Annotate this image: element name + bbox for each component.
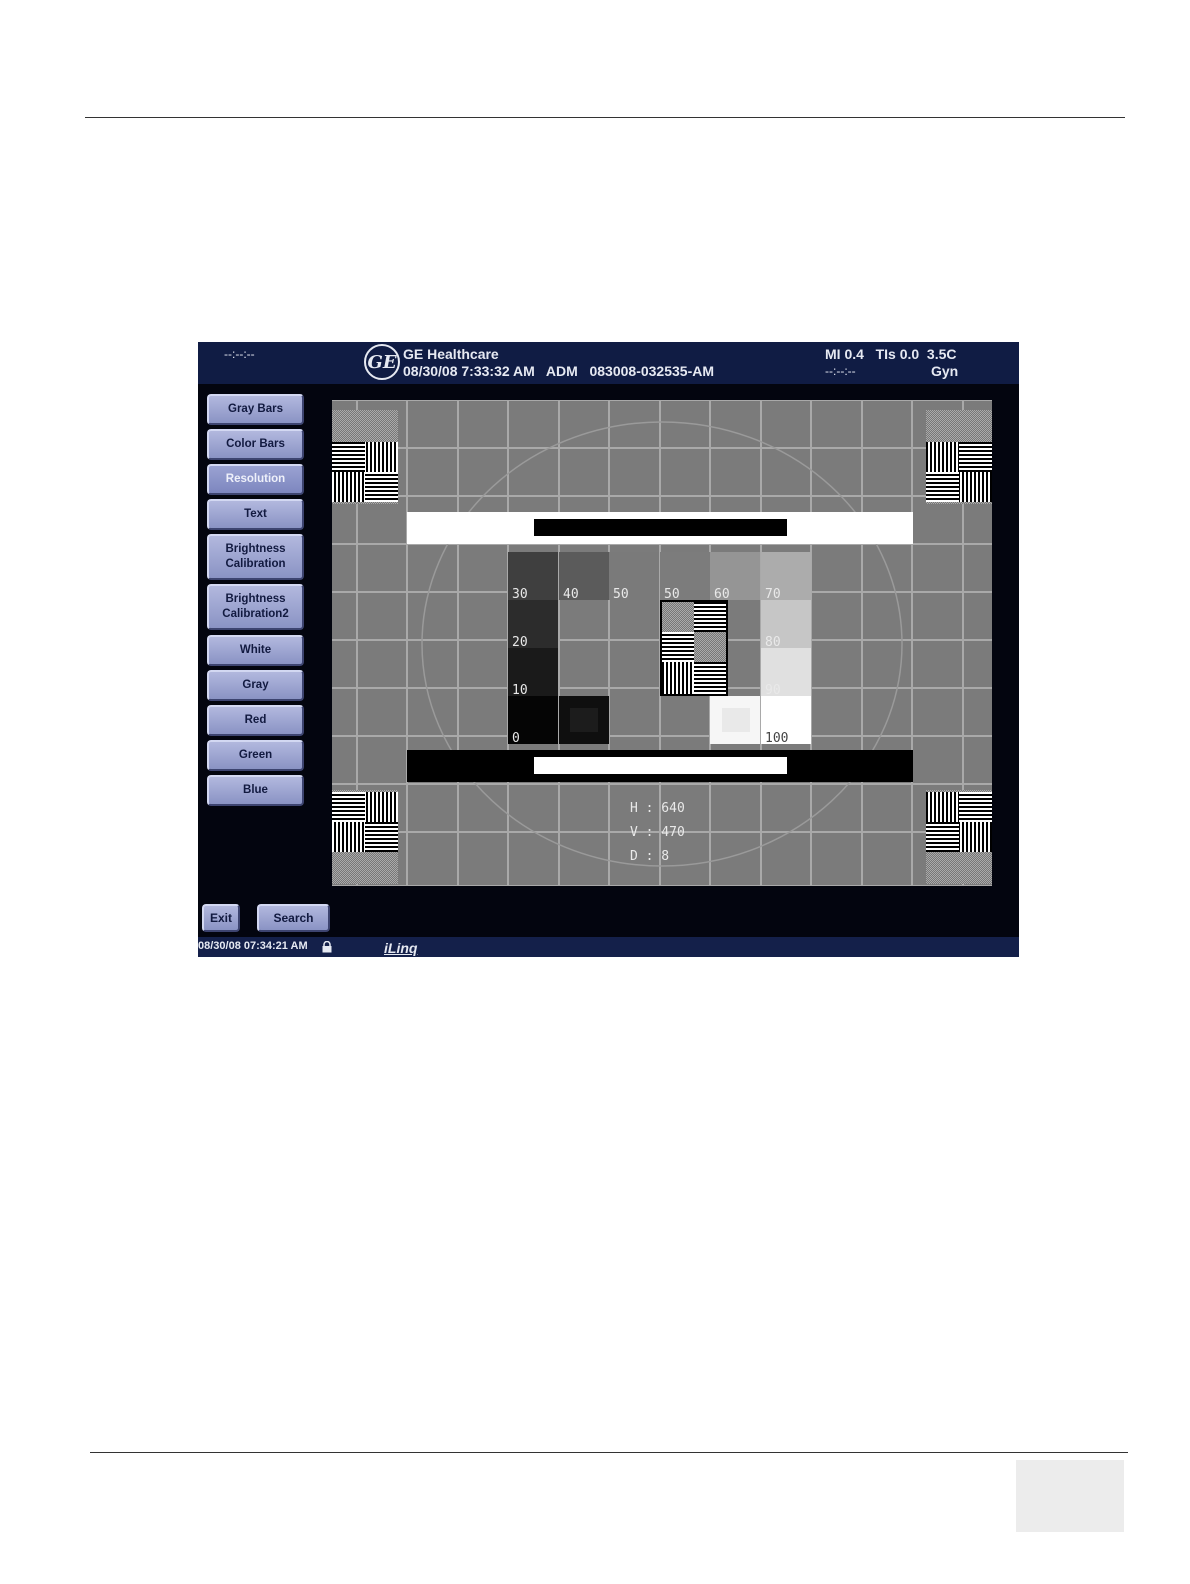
gray-label-40: 40 bbox=[563, 587, 579, 602]
page-header-rule bbox=[85, 117, 1125, 118]
gray-label-90: 90 bbox=[765, 683, 781, 698]
resolution-d: D : 8 bbox=[630, 849, 669, 864]
resolution-test-pattern: 30 20 10 0 40 50 50 60 70 80 90 100 H : … bbox=[332, 400, 992, 886]
ultrasound-screen: --:--:-- GE GE Healthcare 08/30/08 7:33:… bbox=[198, 342, 1019, 957]
white-button[interactable]: White bbox=[207, 635, 304, 666]
preset-name: Gyn bbox=[931, 363, 959, 379]
page-footer-rule bbox=[90, 1452, 1128, 1453]
gray-button[interactable]: Gray bbox=[207, 670, 304, 701]
gray-label-30: 30 bbox=[512, 587, 528, 602]
test-pattern-menu: Gray Bars Color Bars Resolution Text Bri… bbox=[198, 384, 328, 937]
acoustic-output: MI 0.4 TIs 0.0 3.5C bbox=[825, 346, 957, 362]
corner-block-top-right bbox=[926, 410, 992, 504]
resolution-h: H : 640 bbox=[630, 801, 685, 816]
status-bar: 08/30/08 07:34:21 AM iLinq bbox=[198, 937, 1019, 957]
gray-label-80: 80 bbox=[765, 635, 781, 650]
brightness-calibration2-button[interactable]: Brightness Calibration2 bbox=[207, 584, 304, 630]
gray-label-10: 10 bbox=[512, 683, 528, 698]
red-button[interactable]: Red bbox=[207, 705, 304, 736]
iling-logo: iLinq bbox=[384, 940, 418, 956]
corner-block-top-left bbox=[332, 410, 398, 504]
right-status: --:--:-- bbox=[825, 364, 856, 378]
gray-label-50a: 50 bbox=[613, 587, 629, 602]
left-status: --:--:-- bbox=[224, 347, 255, 361]
gray-label-20: 20 bbox=[512, 635, 528, 650]
gray-label-100: 100 bbox=[765, 731, 788, 746]
exit-button[interactable]: Exit bbox=[202, 904, 240, 932]
resolution-v: V : 470 bbox=[630, 825, 685, 840]
green-button[interactable]: Green bbox=[207, 740, 304, 771]
text-button[interactable]: Text bbox=[207, 499, 304, 530]
gray-label-70: 70 bbox=[765, 587, 781, 602]
center-resolution-block bbox=[660, 600, 728, 696]
corner-block-bottom-left bbox=[332, 790, 398, 884]
color-bars-button[interactable]: Color Bars bbox=[207, 429, 304, 460]
brand-name: GE Healthcare bbox=[403, 346, 499, 362]
gray-label-50b: 50 bbox=[664, 587, 680, 602]
screen-header: --:--:-- GE GE Healthcare 08/30/08 7:33:… bbox=[198, 342, 1019, 384]
search-button[interactable]: Search bbox=[257, 904, 330, 932]
top-black-bar bbox=[534, 519, 787, 536]
gray-label-60: 60 bbox=[714, 587, 730, 602]
gray-label-0: 0 bbox=[512, 731, 520, 746]
status-datetime: 08/30/08 07:34:21 AM bbox=[198, 940, 308, 952]
ge-logo-icon: GE bbox=[364, 344, 400, 380]
gray-bars-button[interactable]: Gray Bars bbox=[207, 394, 304, 425]
blue-button[interactable]: Blue bbox=[207, 775, 304, 806]
corner-block-bottom-right bbox=[926, 790, 992, 884]
exam-info: 08/30/08 7:33:32 AM ADM 083008-032535-AM bbox=[403, 363, 715, 379]
page-number-box bbox=[1016, 1460, 1124, 1532]
bottom-white-bar bbox=[534, 757, 787, 774]
brightness-calibration-button[interactable]: Brightness Calibration bbox=[207, 534, 304, 580]
resolution-button[interactable]: Resolution bbox=[207, 464, 304, 495]
lock-icon bbox=[322, 941, 332, 953]
